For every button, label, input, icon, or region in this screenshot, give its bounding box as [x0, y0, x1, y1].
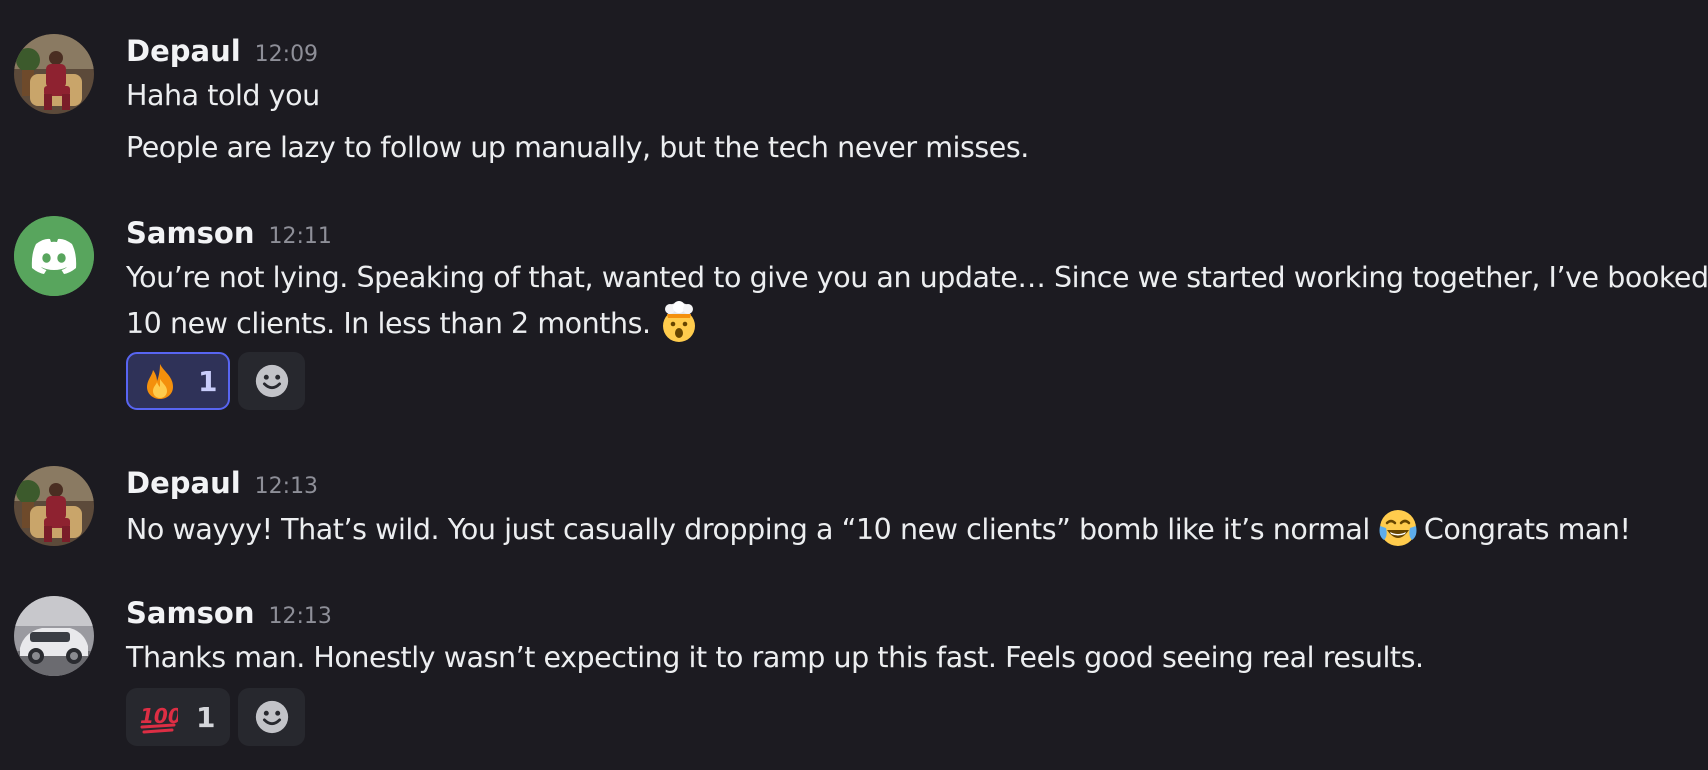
message-text: Congrats man!	[1423, 513, 1631, 546]
message-text: Haha told you	[126, 79, 320, 112]
message-timestamp: 12:09	[254, 42, 319, 67]
message-text-line: 10 new clients. In less than 2 months.	[126, 300, 705, 346]
message-text: 10 new clients. In less than 2 months.	[126, 307, 651, 340]
smiley-icon	[255, 700, 288, 734]
avatar[interactable]	[14, 216, 94, 296]
smiley-icon	[255, 364, 288, 398]
reaction-count: 1	[196, 700, 216, 734]
message-timestamp: 12:13	[254, 474, 319, 499]
reaction-button[interactable]: 100 1	[126, 688, 230, 746]
message-timestamp: 12:13	[268, 604, 332, 629]
author-name[interactable]: Samson	[126, 216, 255, 250]
chat-message-list: Depaul 12:09 Haha told you People are laz…	[0, 0, 1708, 770]
message-author[interactable]: Depaul 12:09	[126, 34, 318, 72]
author-name[interactable]: Depaul	[126, 466, 241, 500]
avatar[interactable]	[14, 34, 94, 114]
message-text: You’re not lying. Speaking of that, want…	[126, 261, 1708, 294]
discord-logo-icon	[14, 216, 94, 296]
author-name[interactable]: Depaul	[126, 34, 241, 68]
message-text: Thanks man. Honestly wasn’t expecting it…	[126, 641, 1424, 674]
message-timestamp: 12:11	[268, 224, 332, 249]
message-text-line: No wayyy! That’s wild. You just casually…	[126, 506, 1631, 552]
avatar[interactable]	[14, 596, 94, 676]
reaction-count: 1	[198, 364, 218, 398]
reaction-button[interactable]: 1	[126, 352, 230, 410]
tears-of-joy-emoji	[1376, 506, 1420, 550]
hundred-points-emoji: 100	[138, 697, 178, 737]
message-text: People are lazy to follow up manually, b…	[126, 131, 1029, 164]
message-author[interactable]: Samson 12:11	[126, 216, 332, 254]
fire-emoji	[140, 361, 180, 401]
add-reaction-button[interactable]	[238, 352, 305, 410]
add-reaction-button[interactable]	[238, 688, 305, 746]
author-name[interactable]: Samson	[126, 596, 255, 630]
avatar[interactable]	[14, 466, 94, 546]
exploding-head-emoji	[657, 300, 701, 344]
message-author[interactable]: Samson 12:13	[126, 596, 332, 634]
message-author[interactable]: Depaul 12:13	[126, 466, 318, 504]
message-text: No wayyy! That’s wild. You just casually…	[126, 513, 1370, 546]
